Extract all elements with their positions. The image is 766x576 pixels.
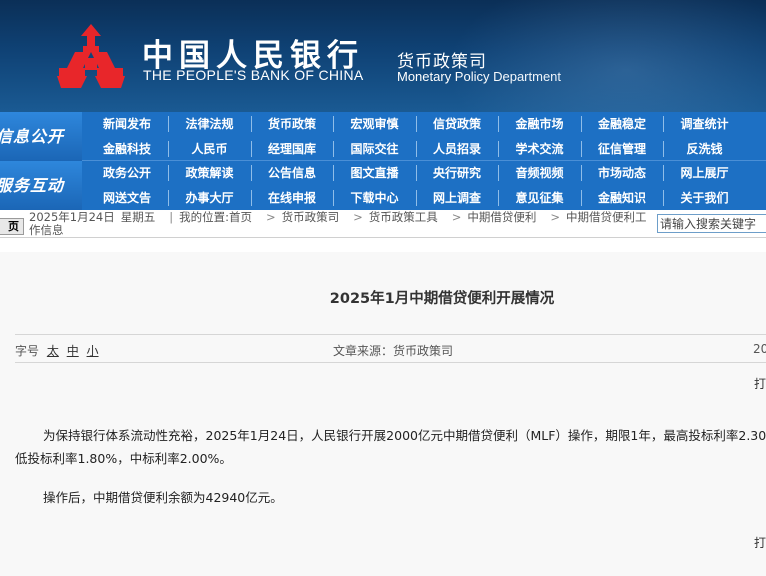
- breadcrumb-separator: >: [550, 210, 561, 224]
- font-size-small-link[interactable]: 小: [87, 344, 99, 358]
- article-title: 2025年1月中期借贷便利开展情况: [329, 291, 555, 307]
- nav-item[interactable]: 国际交往: [334, 137, 416, 161]
- nav-item[interactable]: 政务公开: [86, 161, 168, 185]
- nav-item[interactable]: 新闻发布: [86, 112, 168, 136]
- nav-item[interactable]: 市场动态: [581, 161, 663, 185]
- nav-item[interactable]: 关于我们: [664, 186, 746, 210]
- font-size-medium-link[interactable]: 中: [67, 344, 79, 358]
- nav-item[interactable]: 网上展厅: [664, 161, 746, 185]
- divider: [15, 334, 766, 335]
- nav-item[interactable]: 征信管理: [581, 137, 663, 161]
- nav-item[interactable]: 人民币: [169, 137, 251, 161]
- bank-name-en: THE PEOPLE'S BANK OF CHINA: [143, 67, 364, 83]
- article-source: 文章来源：货币政策司: [333, 344, 454, 358]
- nav-item[interactable]: 网上调查: [416, 186, 498, 210]
- font-size-large-link[interactable]: 太: [47, 344, 59, 358]
- breadcrumb-separator: >: [353, 210, 363, 224]
- search-input[interactable]: [657, 214, 766, 233]
- nav-item[interactable]: 在线申报: [251, 186, 333, 210]
- nav-item[interactable]: 信贷政策: [416, 112, 498, 136]
- nav-item[interactable]: 人员招录: [416, 137, 498, 161]
- nav-item[interactable]: 金融市场: [499, 112, 581, 136]
- nav-group-title: 服务互动: [0, 161, 82, 210]
- article-paragraph: 操作后，中期借贷便利余额为42940亿元。: [43, 490, 283, 505]
- home-button[interactable]: 页: [0, 218, 24, 235]
- breadcrumb-bar: 页 2025年1月24日 星期五 | 我的位置:首页 > 货币政策司 > 货币政策工具 > 中期借…: [0, 210, 766, 238]
- nav-item[interactable]: 金融知识: [581, 186, 663, 210]
- divider: [15, 362, 766, 363]
- breadcrumb-item-dept[interactable]: 货币政策司: [282, 210, 340, 224]
- article-date: 20: [753, 342, 766, 356]
- font-size-label: 字号: [15, 344, 40, 358]
- nav-item[interactable]: 公告信息: [251, 161, 333, 185]
- nav-item[interactable]: 法律法规: [169, 112, 251, 136]
- print-link[interactable]: 打: [754, 375, 766, 392]
- breadcrumb-separator: >: [265, 210, 276, 224]
- nav-item[interactable]: 宏观审慎: [334, 112, 416, 136]
- breadcrumb-item-mlf[interactable]: 中期借贷便利: [467, 210, 536, 224]
- nav-item[interactable]: 网送文告: [86, 186, 168, 210]
- breadcrumb-item-tools[interactable]: 货币政策工具: [369, 210, 438, 224]
- nav-item[interactable]: 央行研究: [416, 161, 498, 185]
- nav-item[interactable]: 金融科技: [86, 137, 168, 161]
- nav-group-info-disclosure: 信息公开 新闻发布 法律法规 货币政策 宏观审慎 信贷政策 金融市场 金融稳定 调查统计金融科…: [0, 112, 766, 161]
- main-navigation: 信息公开 新闻发布 法律法规 货币政策 宏观审慎 信贷政策 金融市场 金融稳定 调查统计金融科…: [0, 112, 766, 210]
- breadcrumb: 2025年1月24日 星期五 | 我的位置:首页 > 货币政策司 > 货币政策工具 > 中期借贷便…: [29, 210, 647, 237]
- location-label: 我的位置:: [179, 210, 229, 224]
- nav-item[interactable]: 调查统计: [664, 112, 746, 136]
- header-banner: 中国人民银行 THE PEOPLE'S BANK OF CHINA 货币政策司 …: [0, 0, 766, 112]
- nav-item[interactable]: 音频视频: [499, 161, 581, 185]
- pboc-logo-icon: [57, 24, 125, 88]
- nav-item[interactable]: 意见征集: [499, 186, 581, 210]
- nav-group-title: 信息公开: [0, 112, 82, 161]
- nav-item[interactable]: 经理国库: [251, 137, 333, 161]
- breadcrumb-item-home[interactable]: 首页: [229, 210, 252, 224]
- nav-item[interactable]: 图文直播: [334, 161, 416, 185]
- nav-item[interactable]: 政策解读: [169, 161, 251, 185]
- nav-item[interactable]: 办事大厅: [169, 186, 251, 210]
- nav-item[interactable]: 学术交流: [499, 137, 581, 161]
- nav-item[interactable]: 货币政策: [251, 112, 333, 136]
- nav-item[interactable]: 反洗钱: [664, 137, 746, 161]
- nav-group-service-interaction: 服务互动 政务公开 政策解读 公告信息 图文直播 央行研究 音频视频 市场动态 网上展厅网送文…: [0, 161, 766, 210]
- nav-items: 新闻发布 法律法规 货币政策 宏观审慎 信贷政策 金融市场 金融稳定 调查统计金融科技 人民币经…: [86, 112, 766, 161]
- font-size-controls: 字号 太 中 小: [15, 342, 99, 359]
- print-link[interactable]: 打: [754, 534, 766, 551]
- breadcrumb-separator: >: [451, 210, 462, 224]
- current-date: 2025年1月24日: [29, 210, 115, 224]
- nav-items: 政务公开 政策解读 公告信息 图文直播 央行研究 音频视频 市场动态 网上展厅网送文告 办事大厅…: [86, 161, 766, 210]
- nav-item[interactable]: 下载中心: [334, 186, 416, 210]
- dept-name-en: Monetary Policy Department: [397, 69, 562, 84]
- nav-item[interactable]: 金融稳定: [581, 112, 663, 136]
- article-paragraph: 为保持银行体系流动性充裕，2025年1月24日，人民银行开展2000亿元中期借贷…: [15, 428, 766, 466]
- current-weekday: 星期五: [120, 210, 156, 224]
- article-area: 2025年1月中期借贷便利开展情况 字号 太 中 小 文章来源：货币政策司 20…: [0, 252, 766, 576]
